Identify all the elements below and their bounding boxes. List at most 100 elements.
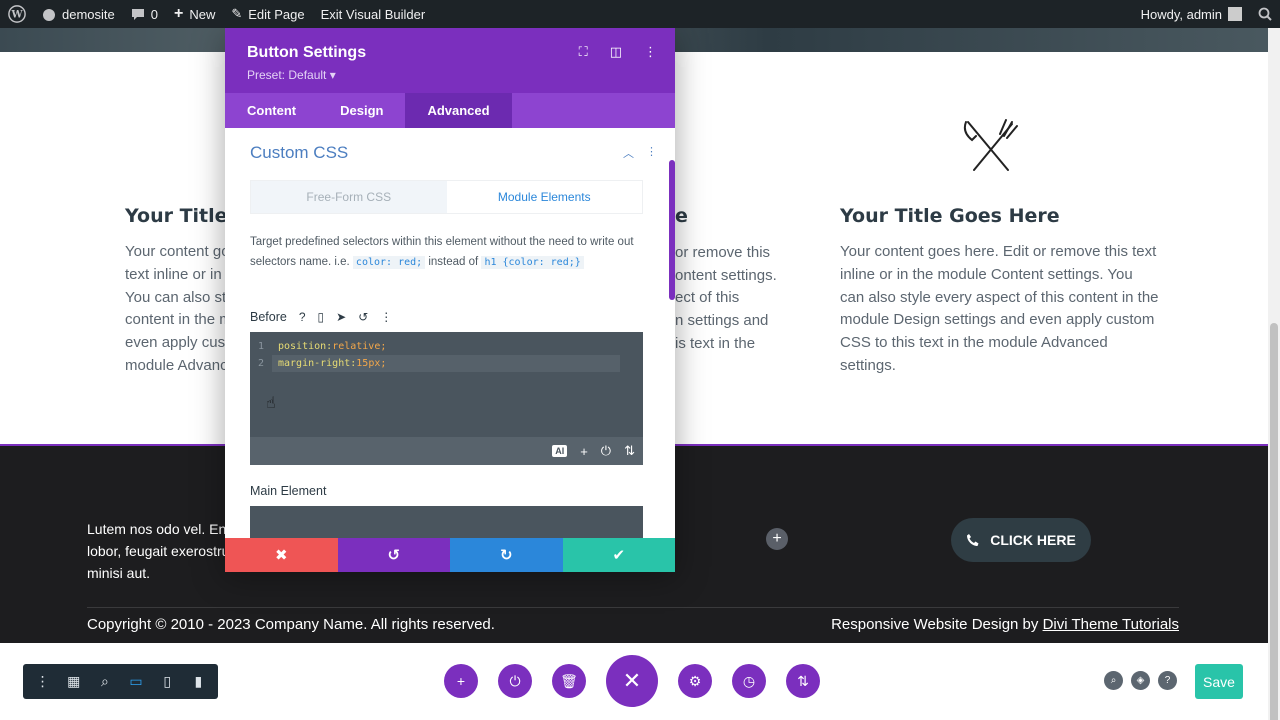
- preset-dropdown[interactable]: Preset: Default ▾: [247, 68, 336, 82]
- editor-toolbar: AI + ⏻ ⇅: [250, 437, 643, 465]
- tablet-view-icon[interactable]: ▯: [156, 673, 178, 690]
- tab-advanced[interactable]: Advanced: [405, 93, 512, 128]
- load-layout-power-button[interactable]: ⏻: [498, 664, 532, 698]
- code-example-1: color: red;: [352, 255, 426, 269]
- caret-down-icon: ▾: [329, 68, 336, 82]
- zoom-icon[interactable]: ⌕: [94, 673, 116, 690]
- modal-scrollbar[interactable]: [669, 160, 675, 300]
- footer-divider: [87, 607, 1179, 608]
- close-actions-button[interactable]: ✕: [606, 655, 658, 707]
- modal-body: Custom CSS ︿ ⋮ Free-Form CSS Module Elem…: [225, 128, 675, 538]
- add-module-button[interactable]: +: [766, 528, 788, 550]
- code-line: 2 margin-right:15px;: [258, 358, 387, 369]
- responsive-phone-icon[interactable]: ▯: [318, 310, 325, 324]
- field-more-icon[interactable]: ⋮: [380, 310, 392, 324]
- blurb-body-2: or remove this ontent settings. ect of t…: [675, 243, 777, 352]
- ai-assist-button[interactable]: AI: [552, 445, 568, 457]
- discard-close-button[interactable]: ✖: [225, 538, 338, 572]
- account-menu[interactable]: Howdy, admin: [1133, 0, 1250, 28]
- tab-design[interactable]: Design: [318, 93, 405, 128]
- site-name-link[interactable]: demosite: [34, 0, 123, 28]
- code-example-2: h1 {color: red;}: [481, 255, 584, 269]
- dashboard-icon: [43, 9, 55, 21]
- page-actions-toolbar: + ⏻ 🗑 ✕ ⚙ ◷ ⇅: [444, 655, 820, 707]
- custom-css-section-toggle[interactable]: Custom CSS: [250, 143, 348, 163]
- exit-visual-builder-link[interactable]: Exit Visual Builder: [313, 0, 434, 28]
- more-options-icon[interactable]: ⋮: [644, 44, 657, 60]
- add-section-button[interactable]: +: [444, 664, 478, 698]
- sort-icon[interactable]: ⇅: [624, 443, 635, 459]
- portability-button[interactable]: ⇅: [786, 664, 820, 698]
- new-label: New: [189, 6, 216, 22]
- section-actions: ︿ ⋮: [623, 145, 657, 161]
- code-line: 1 position:relative;: [258, 341, 387, 352]
- power-icon[interactable]: ⏻: [601, 443, 611, 459]
- comment-icon: [131, 8, 144, 20]
- help-icon[interactable]: ?: [1158, 671, 1177, 690]
- avatar: [1228, 7, 1242, 21]
- more-options-icon[interactable]: ⋮: [32, 673, 54, 690]
- modal-header[interactable]: Button Settings Preset: Default ▾ ⛶ ◫ ⋮: [225, 28, 675, 93]
- tab-free-form-css[interactable]: Free-Form CSS: [251, 181, 447, 213]
- edit-page-label: Edit Page: [248, 6, 305, 22]
- phone-view-icon[interactable]: ▮: [187, 673, 209, 690]
- credit-text: Responsive Website Design by Divi Theme …: [831, 616, 1179, 633]
- view-mode-toolbar: ⋮ ▦ ⌕ ▭ ▯ ▮: [23, 664, 218, 699]
- credit-prefix: Responsive Website Design by: [831, 616, 1039, 633]
- section-more-icon[interactable]: ⋮: [646, 145, 657, 161]
- page-scrollbar[interactable]: [1268, 28, 1280, 720]
- reset-icon[interactable]: ↺: [358, 310, 368, 324]
- save-button[interactable]: Save: [1195, 664, 1243, 699]
- mouse-pointer-icon: ☝: [266, 395, 276, 412]
- help-icon[interactable]: ?: [299, 310, 306, 324]
- clear-layout-trash-button[interactable]: 🗑: [552, 664, 586, 698]
- main-element-css-editor[interactable]: [250, 506, 643, 538]
- hover-cursor-icon[interactable]: ➤: [336, 310, 346, 324]
- blurb-title-2: e: [675, 205, 688, 227]
- comments-count: 0: [150, 6, 158, 22]
- modal-header-actions: ⛶ ◫ ⋮: [579, 44, 657, 60]
- comments-link[interactable]: 0: [123, 0, 166, 28]
- expand-icon[interactable]: ⛶: [579, 44, 588, 60]
- wordpress-logo-icon[interactable]: W: [0, 0, 34, 28]
- main-element-label: Main Element: [250, 484, 327, 498]
- desktop-view-icon[interactable]: ▭: [125, 673, 147, 690]
- site-name-label: demosite: [62, 6, 115, 22]
- admin-search-icon[interactable]: [1250, 0, 1280, 28]
- credit-link[interactable]: Divi Theme Tutorials: [1043, 616, 1179, 633]
- greeting-label: Howdy, admin: [1140, 6, 1222, 22]
- pencil-icon: ✎: [231, 6, 243, 21]
- add-icon[interactable]: +: [580, 444, 588, 459]
- wireframe-view-icon[interactable]: ▦: [63, 673, 85, 690]
- history-clock-button[interactable]: ◷: [732, 664, 766, 698]
- fork-knife-icon: [963, 119, 1018, 171]
- help-toolbar: ⌕ ◈ ?: [1104, 671, 1177, 690]
- save-changes-check-button[interactable]: ✔: [562, 538, 675, 572]
- search-icon[interactable]: ⌕: [1104, 671, 1123, 690]
- edit-page-link[interactable]: ✎ Edit Page: [223, 0, 312, 28]
- blurb-body-3: Your content goes here. Edit or remove t…: [840, 243, 1159, 374]
- page-scrollbar-thumb[interactable]: [1270, 323, 1278, 720]
- click-here-button[interactable]: CLICK HERE: [951, 518, 1091, 562]
- tab-module-elements[interactable]: Module Elements: [446, 181, 642, 213]
- undo-button[interactable]: ↺: [337, 538, 450, 572]
- custom-css-description: Target predefined selectors within this …: [250, 236, 634, 269]
- redo-button[interactable]: ↻: [450, 538, 563, 572]
- plus-icon: +: [173, 5, 184, 22]
- modal-title: Button Settings: [247, 44, 367, 61]
- copyright-text: Copyright © 2010 - 2023 Company Name. Al…: [87, 616, 495, 633]
- exit-label: Exit Visual Builder: [320, 6, 426, 22]
- before-css-editor[interactable]: 1 position:relative; 2 margin-right:15px…: [250, 332, 643, 465]
- builder-bottom-bar: ⋮ ▦ ⌕ ▭ ▯ ▮ + ⏻ 🗑 ✕ ⚙ ◷ ⇅ ⌕ ◈ ? Save: [0, 643, 1268, 720]
- tab-content[interactable]: Content: [225, 93, 318, 128]
- blurb-column-2: e or remove this ontent settings. ect of…: [675, 205, 795, 356]
- cta-label: CLICK HERE: [990, 532, 1076, 548]
- chevron-up-icon[interactable]: ︿: [623, 145, 634, 161]
- svg-text:W: W: [10, 10, 23, 21]
- snap-sidebar-icon[interactable]: ◫: [610, 44, 622, 60]
- page-settings-gear-button[interactable]: ⚙: [678, 664, 712, 698]
- blurb-title-3: Your Title Goes Here: [840, 205, 1060, 227]
- layers-icon[interactable]: ◈: [1131, 671, 1150, 690]
- new-content-link[interactable]: + New: [166, 0, 223, 28]
- before-label: Before: [250, 310, 287, 324]
